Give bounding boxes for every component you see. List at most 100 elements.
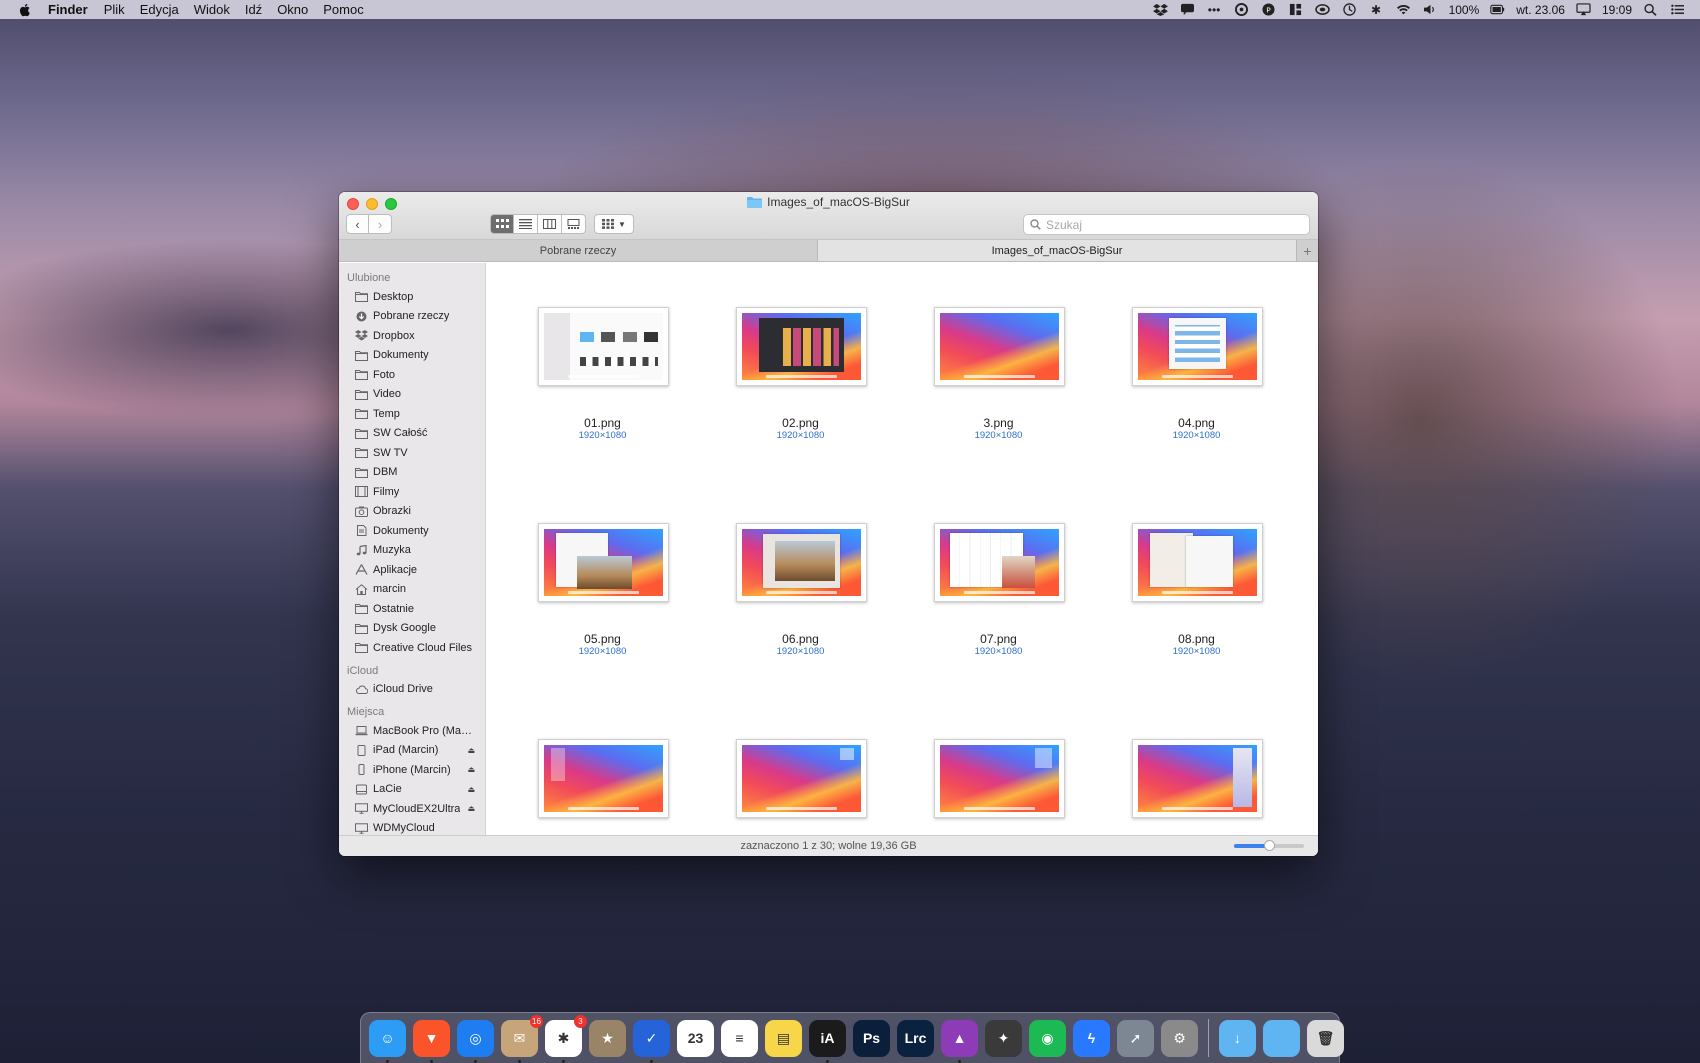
dock-finder[interactable]: ☺ <box>369 1019 406 1063</box>
sidebar-item-dysk-google[interactable]: Dysk Google <box>339 619 485 639</box>
dock-launchpad[interactable]: ➚ <box>1117 1019 1154 1057</box>
file-item[interactable]: 07.png 1920×1080 <box>882 479 1080 679</box>
sidebar-device-mycloudex2ultra[interactable]: MyCloudEX2Ultra ⏏ <box>339 799 485 819</box>
sidebar-item-dokumenty[interactable]: Dokumenty <box>339 346 485 366</box>
sidebar-item-creative-cloud-files[interactable]: Creative Cloud Files <box>339 638 485 658</box>
file-item[interactable]: 3.png 1920×1080 <box>882 263 1080 463</box>
sidebar-item-dbm[interactable]: DBM <box>339 463 485 483</box>
file-item[interactable]: 08.png 1920×1080 <box>1080 479 1278 679</box>
sidebar-device-iphone-marcin[interactable]: iPhone (Marcin) ⏏ <box>339 760 485 780</box>
sidebar-item-marcin[interactable]: marcin <box>339 580 485 600</box>
menu-plik[interactable]: Plik <box>104 2 125 17</box>
eject-icon[interactable]: ⏏ <box>467 746 475 755</box>
dock-notes[interactable]: ▤ <box>765 1019 802 1057</box>
menubar-date[interactable]: wt. 23.06 <box>1516 3 1565 17</box>
menu-edycja[interactable]: Edycja <box>140 2 179 17</box>
notification-center-icon[interactable] <box>1669 3 1686 17</box>
sidebar-item-aplikacje[interactable]: Aplikacje <box>339 560 485 580</box>
dock-calendar[interactable]: 23 <box>677 1019 714 1057</box>
tab-pobrane-rzeczy[interactable]: Pobrane rzeczy <box>339 240 818 261</box>
title-bar[interactable]: Images_of_macOS-BigSur ‹ › ▼ <box>339 192 1318 240</box>
sidebar-item-desktop[interactable]: Desktop <box>339 287 485 307</box>
time-machine-icon[interactable] <box>1341 3 1358 17</box>
group-by-button[interactable]: ▼ <box>594 214 634 234</box>
icon-size-slider-knob[interactable] <box>1264 840 1275 851</box>
dock-ia-writer[interactable]: iA <box>809 1019 846 1063</box>
search-input[interactable] <box>1046 217 1286 232</box>
sidebar-device-wdmycloud[interactable]: WDMyCloud <box>339 819 485 836</box>
back-button[interactable]: ‹ <box>346 214 369 234</box>
dock-mail[interactable]: ✉ 16 <box>501 1014 543 1063</box>
file-item[interactable] <box>882 695 1080 835</box>
search-field[interactable] <box>1023 214 1310 235</box>
disk-icon[interactable] <box>1314 3 1331 17</box>
dock-brave[interactable]: ▼ <box>413 1019 450 1063</box>
new-tab-button[interactable]: + <box>1297 240 1318 261</box>
sidebar-item-sw-caosc[interactable]: SW Całość <box>339 424 485 444</box>
icon-view-button[interactable] <box>490 214 514 234</box>
file-item[interactable]: 04.png 1920×1080 <box>1080 263 1278 463</box>
eject-icon[interactable]: ⏏ <box>467 804 475 813</box>
sidebar-device-ipad-marcin[interactable]: iPad (Marcin) ⏏ <box>339 741 485 761</box>
dock-final-cut[interactable]: ✦ <box>985 1019 1022 1057</box>
messages-icon[interactable] <box>1179 3 1196 17</box>
dock-affinity[interactable]: ▲ <box>941 1019 978 1063</box>
dock-messenger[interactable]: ϟ <box>1073 1019 1110 1057</box>
menu-finder[interactable]: Finder <box>48 2 88 17</box>
spotlight-icon[interactable] <box>1642 3 1659 17</box>
dock-spotify[interactable]: ◉ <box>1029 1019 1066 1057</box>
sidebar-item-dokumenty[interactable]: Dokumenty <box>339 521 485 541</box>
dock-safari[interactable]: ◎ <box>457 1019 494 1063</box>
sidebar-device-lacie[interactable]: LaCie ⏏ <box>339 780 485 800</box>
file-item[interactable]: 05.png 1920×1080 <box>486 479 684 679</box>
file-item[interactable] <box>684 695 882 835</box>
file-item[interactable]: 01.png 1920×1080 <box>486 263 684 463</box>
dock-photoshop[interactable]: Ps <box>853 1019 890 1057</box>
file-item[interactable] <box>1080 695 1278 835</box>
eject-icon[interactable]: ⏏ <box>467 765 475 774</box>
dock-documents-folder[interactable] <box>1263 1019 1300 1057</box>
layout-icon[interactable] <box>1287 3 1304 17</box>
menu-pomoc[interactable]: Pomoc <box>323 2 363 17</box>
dock-trash[interactable]: 🗑 <box>1307 1019 1344 1057</box>
battery-icon[interactable] <box>1489 3 1506 17</box>
sidebar-item-dropbox[interactable]: Dropbox <box>339 326 485 346</box>
dock-system-preferences[interactable]: ⚙ <box>1161 1019 1198 1057</box>
list-view-button[interactable] <box>514 214 538 234</box>
file-grid-area[interactable]: 01.png 1920×1080 02.png 1920×1080 3.png 1920×… <box>486 263 1318 835</box>
menu-idz[interactable]: Idź <box>245 2 262 17</box>
file-item[interactable]: 02.png 1920×1080 <box>684 263 882 463</box>
airplay-icon[interactable] <box>1575 3 1592 17</box>
sidebar-item-ostatnie[interactable]: Ostatnie <box>339 599 485 619</box>
eject-icon[interactable]: ⏏ <box>467 785 475 794</box>
sidebar-item-foto[interactable]: Foto <box>339 365 485 385</box>
sidebar-item-sw-tv[interactable]: SW TV <box>339 443 485 463</box>
sidebar-item-temp[interactable]: Temp <box>339 404 485 424</box>
dropbox-icon[interactable] <box>1152 3 1169 17</box>
sidebar-device-macbook-pro-marci[interactable]: MacBook Pro (Marci... <box>339 721 485 741</box>
file-item[interactable] <box>486 695 684 835</box>
menu-widok[interactable]: Widok <box>194 2 230 17</box>
menubar-clock[interactable]: 19:09 <box>1602 3 1632 17</box>
sidebar-item-pobrane-rzeczy[interactable]: Pobrane rzeczy <box>339 307 485 327</box>
dock-slack[interactable]: ✱ 3 <box>545 1014 587 1063</box>
bluetooth-icon[interactable]: ✱ <box>1368 3 1385 17</box>
apple-menu-icon[interactable] <box>16 2 34 18</box>
gallery-view-button[interactable] <box>562 214 586 234</box>
dock-downloads-folder[interactable]: ↓ <box>1219 1019 1256 1057</box>
forward-button[interactable]: › <box>369 214 392 234</box>
file-item[interactable]: 06.png 1920×1080 <box>684 479 882 679</box>
sidebar-item-obrazki[interactable]: Obrazki <box>339 502 485 522</box>
sidebar-item-icloud-drive[interactable]: iCloud Drive <box>339 680 485 700</box>
sidebar-item-filmy[interactable]: Filmy <box>339 482 485 502</box>
creative-cloud-icon[interactable] <box>1233 3 1250 17</box>
dock-lightroom[interactable]: Lrc <box>897 1019 934 1057</box>
dock-reminders[interactable]: ≡ <box>721 1019 758 1057</box>
tab-images-of-macos-bigsur[interactable]: Images_of_macOS-BigSur <box>818 240 1297 261</box>
column-view-button[interactable] <box>538 214 562 234</box>
dock-archive[interactable]: ★ <box>589 1019 626 1057</box>
menu-okno[interactable]: Okno <box>277 2 308 17</box>
ia-icon[interactable]: P <box>1260 3 1277 17</box>
dock-tasks[interactable]: ✓ <box>633 1019 670 1063</box>
icon-size-slider[interactable] <box>1234 840 1304 851</box>
